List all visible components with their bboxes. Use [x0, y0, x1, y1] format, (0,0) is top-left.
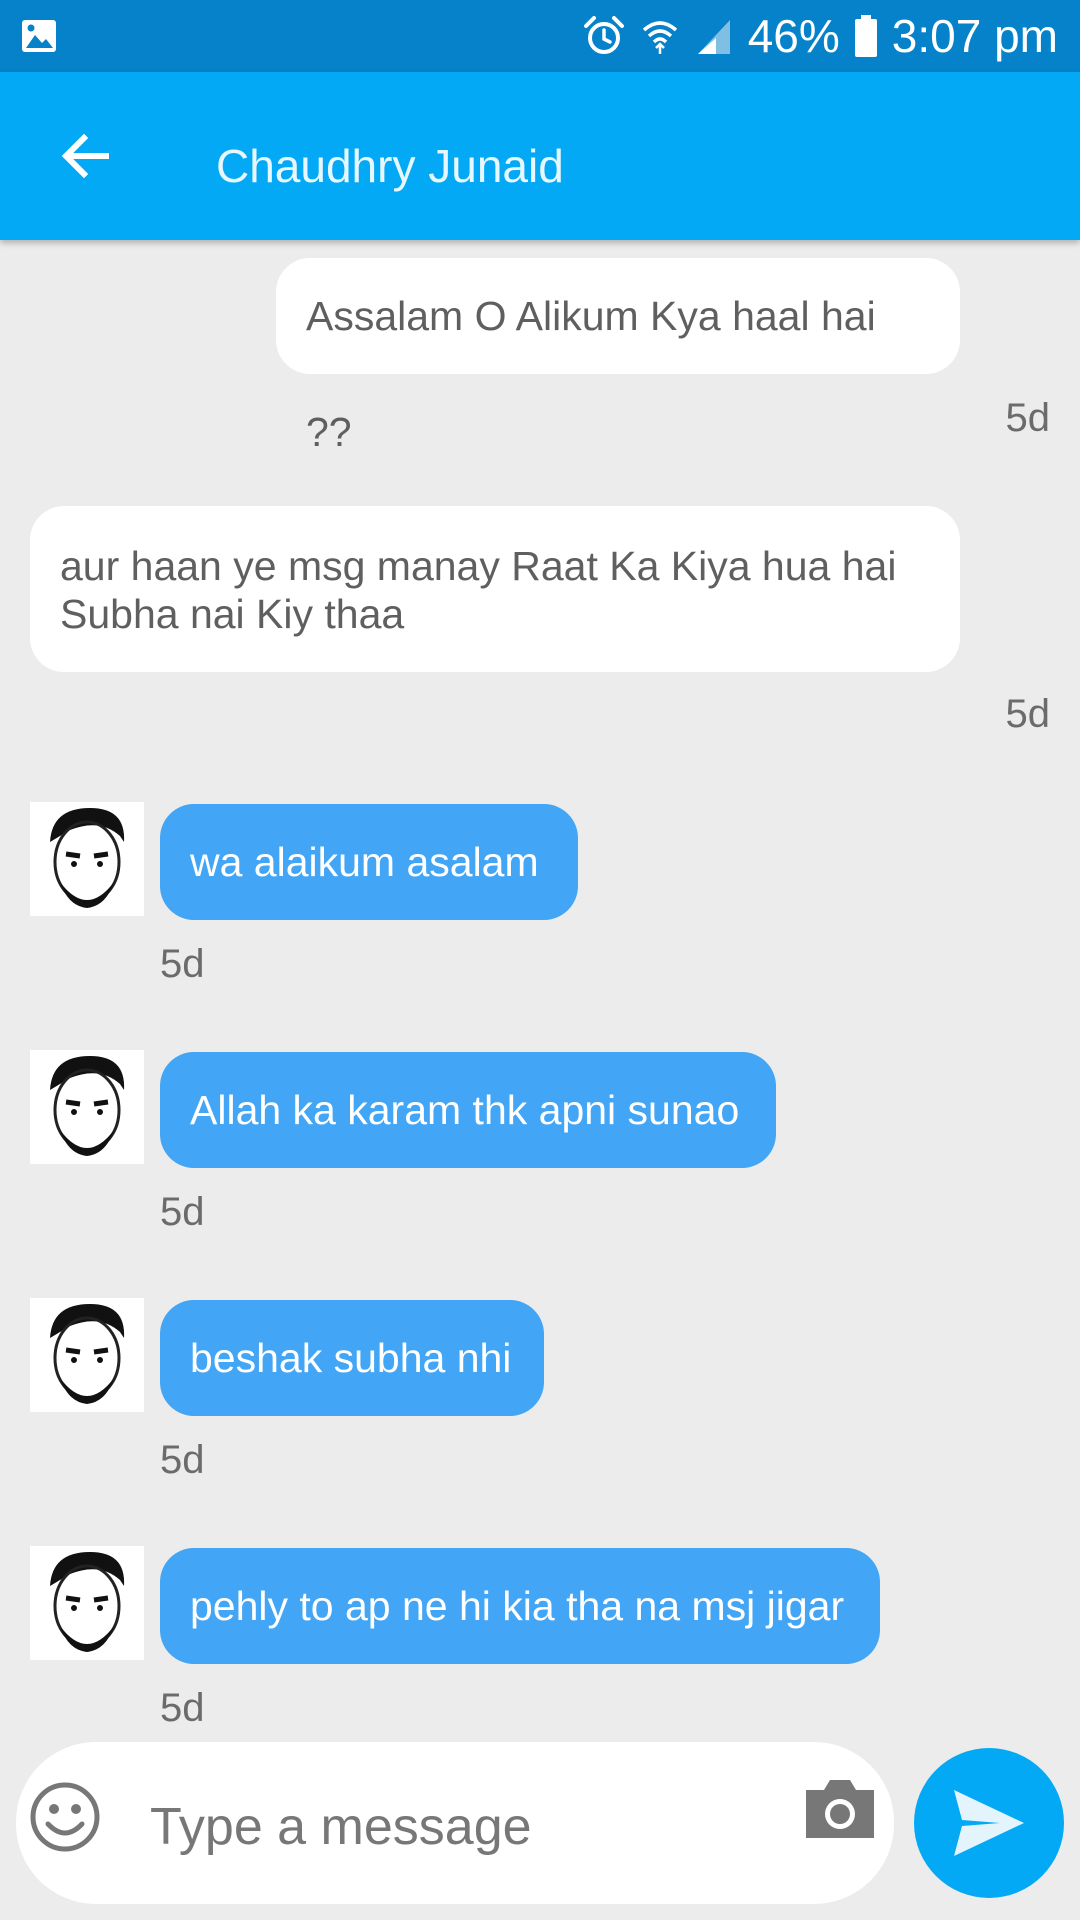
avatar[interactable] — [30, 1298, 144, 1412]
message-bubble-incoming[interactable]: pehly to ap ne hi kia tha na msj jigar — [160, 1548, 880, 1664]
message-bubble-outgoing[interactable]: Assalam O Alikum Kya haal hai ?? — [276, 258, 960, 455]
chat-title: Chaudhry Junaid — [216, 140, 564, 192]
message-bubble-incoming[interactable]: beshak subha nhi — [160, 1300, 544, 1416]
send-button[interactable] — [914, 1748, 1064, 1898]
message-input[interactable]: Type a message — [150, 1742, 532, 1904]
message-text: pehly to ap ne hi kia tha na msj jigar — [190, 1583, 845, 1629]
message-bubble-incoming[interactable]: Allah ka karam thk apni sunao — [160, 1052, 776, 1168]
message-timestamp: 5d — [160, 1438, 205, 1482]
wifi-icon — [642, 21, 677, 54]
send-icon — [954, 1790, 1024, 1856]
message-text: Assalam O Alikum Kya haal hai ?? — [306, 293, 876, 455]
message-text: Allah ka karam thk apni sunao — [190, 1087, 740, 1133]
alarm-icon — [583, 16, 624, 54]
battery-percent: 46% — [747, 10, 840, 62]
clock: 3:07 pm — [891, 10, 1058, 62]
message-timestamp: 5d — [160, 1190, 205, 1234]
battery-icon — [854, 15, 877, 57]
gallery-icon — [22, 20, 56, 52]
arrow-left-icon[interactable] — [52, 122, 120, 190]
camera-icon[interactable] — [802, 1776, 878, 1842]
message-text: aur haan ye msg manay Raat Ka Kiya hua h… — [60, 543, 897, 637]
message-timestamp: 5d — [1005, 692, 1051, 736]
message-text: wa alaikum asalam — [190, 839, 539, 885]
message-timestamp: 5d — [160, 942, 205, 986]
message-text: beshak subha nhi — [190, 1335, 512, 1381]
status-bar: 46% 3:07 pm — [0, 0, 1080, 72]
avatar[interactable] — [30, 802, 144, 916]
signal-icon — [697, 20, 730, 54]
message-bubble-outgoing[interactable]: aur haan ye msg manay Raat Ka Kiya hua h… — [30, 506, 960, 672]
avatar[interactable] — [30, 1546, 144, 1660]
emoji-icon[interactable] — [28, 1780, 102, 1854]
app-bar: Chaudhry Junaid — [0, 72, 1080, 240]
avatar[interactable] — [30, 1050, 144, 1164]
message-composer: Type a message — [16, 1742, 894, 1904]
message-timestamp: 5d — [1005, 396, 1051, 440]
message-bubble-incoming[interactable]: wa alaikum asalam — [160, 804, 578, 920]
message-timestamp: 5d — [160, 1686, 205, 1730]
